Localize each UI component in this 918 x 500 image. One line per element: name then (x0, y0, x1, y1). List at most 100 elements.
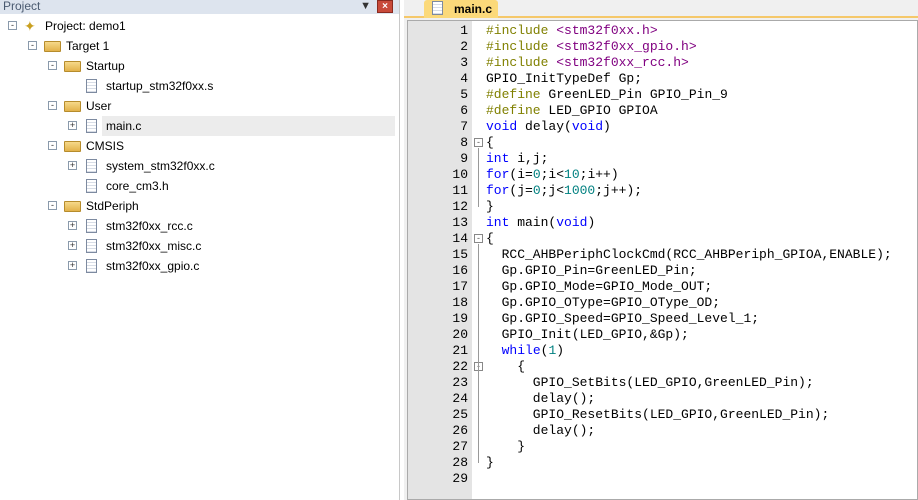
code-editor[interactable]: 1 #include <stm32f0xx.h> 2 #include <stm32f… (407, 20, 918, 500)
collapse-icon[interactable]: - (28, 41, 37, 50)
tree-item[interactable]: - ✦ Project: demo1 (0, 16, 395, 36)
code-token: ) (556, 343, 565, 358)
line-number: 25 (452, 407, 468, 422)
tree-item[interactable]: - CMSIS (0, 136, 395, 156)
code-token: { (486, 231, 494, 246)
expand-icon[interactable]: + (68, 121, 77, 130)
pin-icon[interactable]: ▼ (360, 0, 371, 12)
line-number: 11 (452, 183, 468, 198)
code-token: GPIO_SetBits(LED_GPIO,GreenLED_Pin); (486, 375, 814, 390)
expand-icon[interactable]: + (68, 261, 77, 270)
tree-item[interactable]: + main.c (68, 116, 395, 136)
code-line: GPIO_Init(LED_GPIO,&Gp); (486, 327, 689, 343)
tab-bar: main.c (404, 0, 918, 18)
tree-item[interactable]: - User (0, 96, 395, 116)
code-token: GPIO_InitTypeDef Gp; (486, 71, 643, 86)
code-line: void delay(void) (486, 119, 611, 135)
expand-icon[interactable]: + (68, 241, 77, 250)
code-line: Gp.GPIO_Speed=GPIO_Speed_Level_1; (486, 311, 759, 327)
code-token: 0 (532, 167, 541, 182)
line-number: 26 (452, 423, 468, 438)
code-line: } (486, 439, 525, 455)
code-line: #define GreenLED_Pin GPIO_Pin_9 (486, 87, 728, 103)
collapse-icon[interactable]: - (48, 201, 57, 210)
tree-item-label: system_stm32f0xx.c (106, 159, 215, 173)
collapse-icon[interactable]: - (48, 141, 57, 150)
project-panel-header: Project ▼ × (0, 0, 399, 14)
fold-toggle-icon[interactable]: - (474, 234, 483, 243)
folder-icon (64, 101, 81, 112)
code-line: GPIO_InitTypeDef Gp; (486, 71, 642, 87)
code-line: Gp.GPIO_Pin=GreenLED_Pin; (486, 263, 697, 279)
tree-item[interactable]: + stm32f0xx_gpio.c (0, 256, 395, 276)
tree-item[interactable]: + system_stm32f0xx.c (0, 156, 395, 176)
line-number: 18 (452, 295, 468, 310)
tree-item-label: stm32f0xx_misc.c (106, 239, 202, 253)
line-number: 6 (460, 103, 468, 118)
line-number: 1 (460, 23, 468, 38)
tree-item-label: startup_stm32f0xx.s (106, 79, 214, 93)
code-token: } (486, 439, 526, 454)
tree-item[interactable]: - StdPeriph (0, 196, 395, 216)
tree-item[interactable]: + stm32f0xx_misc.c (0, 236, 395, 256)
tree-item[interactable]: - Target 1 (0, 36, 395, 56)
code-token: <stm32f0xx.h> (556, 23, 658, 38)
file-icon (86, 119, 97, 133)
line-number: 10 (452, 167, 468, 182)
code-token: 10 (564, 167, 580, 182)
code-token: int (486, 215, 510, 230)
collapse-icon[interactable]: - (48, 101, 57, 110)
tree-item[interactable]: startup_stm32f0xx.s (0, 76, 395, 96)
code-token: GreenLED_Pin GPIO_Pin_9 (548, 87, 728, 102)
code-token: { (486, 135, 494, 150)
line-number: 16 (452, 263, 468, 278)
folder-icon (64, 141, 81, 152)
line-number: 8 (460, 135, 468, 150)
code-line: GPIO_SetBits(LED_GPIO,GreenLED_Pin); (486, 375, 814, 391)
line-number: 21 (452, 343, 468, 358)
expand-icon[interactable]: + (68, 161, 77, 170)
file-icon (86, 79, 97, 93)
code-token: void (486, 119, 518, 134)
line-number: 3 (460, 55, 468, 70)
fold-guide (478, 148, 479, 207)
tree-item[interactable]: + stm32f0xx_rcc.c (0, 216, 395, 236)
code-token: delay( (517, 119, 572, 134)
tab-main-c[interactable]: main.c (424, 0, 498, 18)
line-number: 4 (460, 71, 468, 86)
line-number: 12 (452, 199, 468, 214)
file-icon (86, 179, 97, 193)
code-line: int main(void) (486, 215, 595, 231)
code-line: #include <stm32f0xx_gpio.h> (486, 39, 697, 55)
code-token: delay(); (486, 391, 596, 406)
code-token: void (571, 119, 604, 134)
expand-icon[interactable]: + (68, 221, 77, 230)
folder-icon (44, 41, 61, 52)
code-token: (i= (509, 167, 533, 182)
line-number: 5 (460, 87, 468, 102)
file-icon (86, 159, 97, 173)
collapse-icon[interactable]: - (8, 21, 17, 30)
editor-pane: main.c 1 #include <stm32f0xx.h> 2 #include … (404, 0, 918, 500)
code-token: GPIO_Init(LED_GPIO,&Gp); (486, 327, 689, 342)
close-icon[interactable]: × (377, 0, 393, 13)
code-line: delay(); (486, 423, 595, 439)
line-number: 17 (452, 279, 468, 294)
code-token: for (486, 183, 510, 198)
line-number: 19 (452, 311, 468, 326)
tree-item[interactable]: - Startup (0, 56, 395, 76)
collapse-icon[interactable]: - (48, 61, 57, 70)
code-line: delay(); (486, 391, 595, 407)
code-token: #include (486, 55, 557, 70)
code-line: GPIO_ResetBits(LED_GPIO,GreenLED_Pin); (486, 407, 829, 423)
tab-label: main.c (454, 2, 493, 16)
tree-item[interactable]: core_cm3.h (0, 176, 395, 196)
code-line: for(i=0;i<10;i++) (486, 167, 619, 183)
code-token: ) (587, 215, 596, 230)
code-token: ;j< (540, 183, 565, 198)
fold-toggle-icon[interactable]: - (474, 138, 483, 147)
code-line: #include <stm32f0xx.h> (486, 23, 658, 39)
code-token: main( (509, 215, 557, 230)
code-token: 0 (532, 183, 541, 198)
code-line: { (486, 231, 494, 247)
